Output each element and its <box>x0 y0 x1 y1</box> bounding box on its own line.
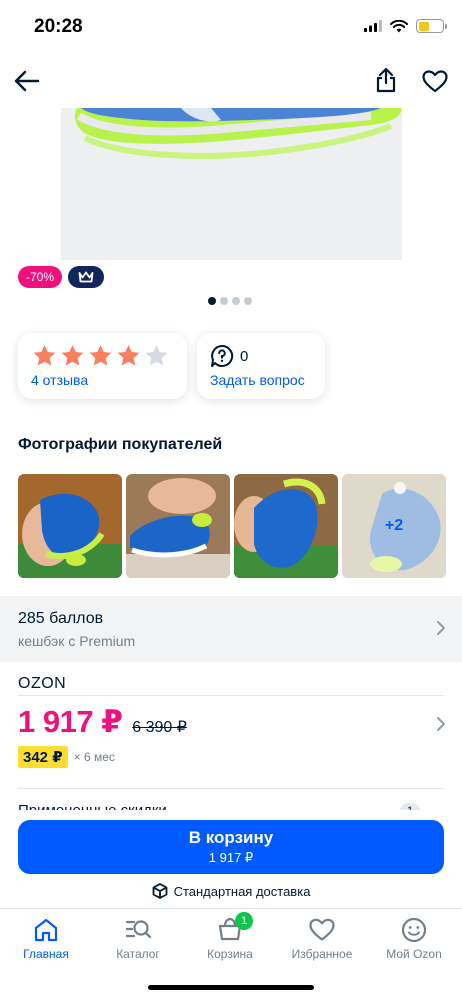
add-to-cart-button[interactable]: В корзину 1 917 ₽ <box>18 820 444 874</box>
signal-icon <box>364 20 382 32</box>
status-time: 20:28 <box>34 16 83 37</box>
delivery-label: Стандартная доставка <box>173 883 311 899</box>
tab-label: Избранное <box>291 947 353 961</box>
wifi-icon <box>390 19 408 32</box>
product-badges: -70% <box>18 266 105 288</box>
tab-label: Каталог <box>116 947 160 961</box>
installment-amount: 342 ₽ <box>18 746 68 768</box>
customer-photo[interactable] <box>18 474 122 578</box>
cashback-row[interactable]: 285 баллов кешбэк с Premium <box>0 596 462 662</box>
tab-label: Корзина <box>207 947 253 961</box>
home-indicator <box>148 985 314 990</box>
current-price: 1 917 ₽ <box>18 704 123 739</box>
seller-name[interactable]: OZON <box>18 675 66 693</box>
customer-photo[interactable] <box>234 474 338 578</box>
star-filled-icon <box>117 345 140 366</box>
share-button[interactable] <box>369 63 403 97</box>
image-pager[interactable] <box>208 297 252 305</box>
heart-icon <box>422 69 448 92</box>
reviews-card[interactable]: 4 отзыва <box>18 333 187 399</box>
chevron-right-icon <box>437 717 445 731</box>
price-row[interactable]: 1 917 ₽ 6 390 ₽ <box>18 704 187 740</box>
tab-label: Мой Ozon <box>386 947 442 961</box>
customer-photo[interactable] <box>126 474 230 578</box>
questions-count-row: 0 <box>210 344 248 368</box>
add-to-cart-panel: В корзину 1 917 ₽ Стандартная доставка <box>0 810 462 908</box>
customer-photo-image <box>126 474 230 578</box>
more-photos-label: +2 <box>342 474 446 578</box>
installment-row[interactable]: 342 ₽ × 6 мес <box>18 746 115 768</box>
ask-question-link[interactable]: Задать вопрос <box>210 372 305 388</box>
status-icons <box>364 19 447 33</box>
cart-count-badge: 1 <box>235 912 253 930</box>
customer-photo-image <box>18 474 122 578</box>
questions-card[interactable]: 0 Задать вопрос <box>197 333 325 399</box>
heart-icon <box>309 918 335 941</box>
arrow-left-icon <box>14 70 40 92</box>
pager-dot[interactable] <box>232 297 240 305</box>
tab-favorites[interactable]: Избранное <box>276 915 368 961</box>
chevron-right-icon <box>437 621 445 635</box>
premium-badge <box>68 266 105 288</box>
home-icon <box>34 918 58 942</box>
back-button[interactable] <box>10 64 44 98</box>
favorite-button[interactable] <box>418 64 452 98</box>
divider <box>18 695 444 696</box>
divider <box>18 788 444 789</box>
tab-label: Главная <box>23 947 69 961</box>
delivery-info[interactable]: Стандартная доставка <box>0 883 462 899</box>
tab-catalog[interactable]: Каталог <box>92 915 184 961</box>
customer-photo-more[interactable]: +2 <box>342 474 446 578</box>
discount-badge: -70% <box>18 266 63 288</box>
customer-photos: +2 <box>18 474 446 578</box>
old-price: 6 390 ₽ <box>132 719 187 736</box>
box-icon <box>152 883 167 899</box>
questions-count: 0 <box>240 347 249 365</box>
tab-cart[interactable]: 1 Корзина <box>184 912 276 961</box>
customer-photos-title: Фотографии покупателей <box>18 436 223 453</box>
question-bubble-icon <box>211 344 234 367</box>
pager-dot[interactable] <box>208 297 216 305</box>
profile-icon <box>401 917 427 943</box>
sandal-image <box>75 108 402 159</box>
star-filled-icon <box>33 345 56 366</box>
pager-dot[interactable] <box>244 297 252 305</box>
tab-home[interactable]: Главная <box>0 915 92 961</box>
cashback-title: 285 баллов <box>18 610 104 627</box>
status-bar: 20:28 <box>0 0 462 54</box>
product-image[interactable] <box>61 108 402 260</box>
star-filled-icon <box>89 345 112 366</box>
cashback-subtitle: кешбэк с Premium <box>18 633 136 649</box>
share-icon <box>376 67 396 93</box>
customer-photo-image <box>234 474 338 578</box>
add-to-cart-price: 1 917 ₽ <box>208 850 254 865</box>
rating-stars <box>32 344 169 368</box>
top-nav <box>0 54 462 108</box>
star-empty-icon <box>145 345 168 366</box>
pager-dot[interactable] <box>220 297 228 305</box>
installment-term: × 6 мес <box>73 750 115 764</box>
star-filled-icon <box>61 345 84 366</box>
crown-icon <box>78 271 94 283</box>
battery-icon <box>416 19 447 33</box>
add-to-cart-label: В корзину <box>188 828 274 847</box>
tab-profile[interactable]: Мой Ozon <box>368 915 460 961</box>
reviews-link[interactable]: 4 отзыва <box>31 372 88 388</box>
catalog-icon <box>125 920 152 939</box>
